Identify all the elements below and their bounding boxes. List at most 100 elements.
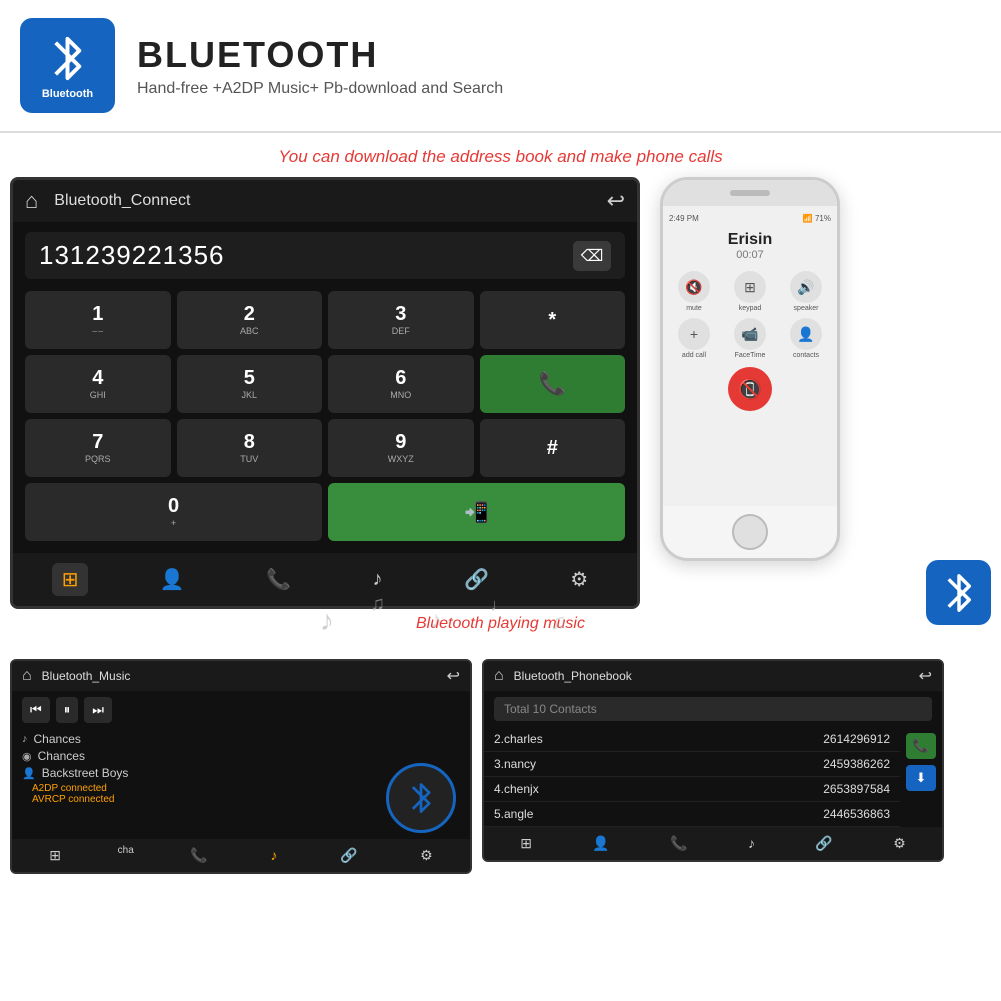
pb-back-icon[interactable]: ↩ <box>919 666 932 686</box>
music-disc <box>386 763 456 833</box>
hu-nav-settings[interactable]: ⚙ <box>560 563 598 596</box>
page-subtitle: Hand-free +A2DP Music+ Pb-download and S… <box>137 80 503 98</box>
pb-name-3: 4.chenjx <box>494 782 539 796</box>
header-text: BLUETOOTH Hand-free +A2DP Music+ Pb-down… <box>137 34 503 98</box>
bluetooth-logo: Bluetooth <box>20 18 115 113</box>
hu-nav-link[interactable]: 🔗 <box>454 563 499 596</box>
hu-nav-music[interactable]: ♪ <box>363 564 393 595</box>
music-note-1: ♪ <box>320 605 334 637</box>
music-nav-music[interactable]: ♪ <box>264 845 283 866</box>
pb-content-wrap: 2.charles 2614296912 3.nancy 2459386262 … <box>484 727 942 827</box>
key-1[interactable]: 1 ⌣⌣ <box>25 291 171 349</box>
music-nav-keypad[interactable]: ⊞ <box>43 845 67 866</box>
hu-home-icon[interactable]: ⌂ <box>25 188 38 214</box>
key-6[interactable]: 6 MNO <box>328 355 474 413</box>
pb-total-label: Total 10 Contacts <box>504 702 597 716</box>
pb-download-button[interactable]: ⬇ <box>906 765 936 791</box>
music-controls: ⏮ ⏸ ⏭ <box>12 691 470 729</box>
hu-nav-phone[interactable]: 📞 <box>256 563 301 596</box>
call-end-row: 📵 <box>669 367 831 411</box>
pb-name-2: 3.nancy <box>494 757 536 771</box>
pb-row-4: 5.angle 2446536863 <box>484 802 900 827</box>
key-8[interactable]: 8 TUV <box>177 419 323 477</box>
hu-screen-title: Bluetooth_Connect <box>54 192 606 210</box>
key-3[interactable]: 3 DEF <box>328 291 474 349</box>
pb-name-4: 5.angle <box>494 807 533 821</box>
key-star[interactable]: * <box>480 291 626 349</box>
call-btn-contacts[interactable]: 👤 contacts <box>781 318 831 359</box>
hu-bottomnav: ⊞ 👤 📞 ♪ 🔗 ⚙ <box>13 553 637 606</box>
music-note-5: ♫ <box>550 609 567 635</box>
logo-label: Bluetooth <box>42 88 93 100</box>
call-btn-add[interactable]: + add call <box>669 318 719 359</box>
pb-nav-person[interactable]: 👤 <box>586 833 615 854</box>
key-call[interactable]: 📞 <box>480 355 626 413</box>
music-bottomnav: ⊞ cha 📞 ♪ 🔗 ⚙ <box>12 839 470 872</box>
hu-back-icon[interactable]: ↩ <box>607 188 625 214</box>
pb-home-icon[interactable]: ⌂ <box>494 667 504 685</box>
pb-num-1: 2614296912 <box>823 732 890 746</box>
call-end-button[interactable]: 📵 <box>728 367 772 411</box>
artist-name: Backstreet Boys <box>42 766 129 780</box>
key-2[interactable]: 2 ABC <box>177 291 323 349</box>
key-0[interactable]: 0 + <box>25 483 322 541</box>
pb-bottomnav: ⊞ 👤 📞 ♪ 🔗 ⚙ <box>484 827 942 860</box>
pb-row-2: 3.nancy 2459386262 <box>484 752 900 777</box>
call-duration: 00:07 <box>669 249 831 261</box>
key-7[interactable]: 7 PQRS <box>25 419 171 477</box>
hu-nav-keypad[interactable]: ⊞ <box>52 563 89 596</box>
music-nav-link[interactable]: 🔗 <box>334 845 363 866</box>
music-back-icon[interactable]: ↩ <box>447 666 460 686</box>
phone-frame: 2:49 PM 📶 71% Erisin 00:07 🔇 mute ⊞ keyp… <box>660 177 840 561</box>
key-hash[interactable]: # <box>480 419 626 477</box>
pb-call-button[interactable]: 📞 <box>906 733 936 759</box>
pause-btn[interactable]: ⏸ <box>56 697 79 723</box>
call-btn-mute[interactable]: 🔇 mute <box>669 271 719 312</box>
pb-search-box: Total 10 Contacts <box>494 697 932 721</box>
pb-num-4: 2446536863 <box>823 807 890 821</box>
music-nav-search-text: cha <box>118 845 134 866</box>
pb-nav-settings[interactable]: ⚙ <box>887 833 912 854</box>
call-btn-facetime[interactable]: 📹 FaceTime <box>725 318 775 359</box>
phone-status-bar: 2:49 PM 📶 71% <box>669 214 831 223</box>
pb-row-3: 4.chenjx 2653897584 <box>484 777 900 802</box>
hu-nav-contacts[interactable]: 👤 <box>150 563 195 596</box>
phone-top <box>663 180 837 206</box>
header-section: Bluetooth BLUETOOTH Hand-free +A2DP Musi… <box>0 0 1001 133</box>
phone-home-button[interactable] <box>732 514 768 550</box>
pb-name-1: 2.charles <box>494 732 543 746</box>
next-btn[interactable]: ⏭ <box>84 697 112 723</box>
head-unit-screen: ⌂ Bluetooth_Connect ↩ 131239221356 ⌫ 1 ⌣… <box>10 177 640 609</box>
pb-nav-phone[interactable]: 📞 <box>664 833 693 854</box>
pb-nav-music[interactable]: ♪ <box>742 833 761 854</box>
pb-nav-link[interactable]: 🔗 <box>809 833 838 854</box>
music-nav-phone[interactable]: 📞 <box>184 845 213 866</box>
hu-backspace-btn[interactable]: ⌫ <box>573 241 611 271</box>
music-nav-settings[interactable]: ⚙ <box>414 845 439 866</box>
phone-screen: 2:49 PM 📶 71% Erisin 00:07 🔇 mute ⊞ keyp… <box>663 206 837 506</box>
music-note-2: ♫ <box>370 593 385 616</box>
pb-screen-title: Bluetooth_Phonebook <box>514 669 919 683</box>
music-player-screen: ⌂ Bluetooth_Music ↩ ⏮ ⏸ ⏭ ♪ Chances ◉ Ch… <box>10 659 472 874</box>
key-4[interactable]: 4 GHI <box>25 355 171 413</box>
track1-row: ♪ Chances <box>22 732 460 746</box>
music-home-icon[interactable]: ⌂ <box>22 667 32 685</box>
pb-num-3: 2653897584 <box>823 782 890 796</box>
pb-nav-keypad[interactable]: ⊞ <box>514 833 538 854</box>
person-icon: 👤 <box>22 767 36 780</box>
call-btn-speaker[interactable]: 🔊 speaker <box>781 271 831 312</box>
page-title: BLUETOOTH <box>137 34 503 76</box>
key-endcall[interactable]: 📲 <box>328 483 625 541</box>
bottom-section: ⌂ Bluetooth_Music ↩ ⏮ ⏸ ⏭ ♪ Chances ◉ Ch… <box>0 651 1001 874</box>
prev-btn[interactable]: ⏮ <box>22 697 50 723</box>
main-section: ⌂ Bluetooth_Connect ↩ 131239221356 ⌫ 1 ⌣… <box>0 177 1001 609</box>
phone-speaker <box>730 190 770 196</box>
circle-icon: ◉ <box>22 750 32 763</box>
promo-text: You can download the address book and ma… <box>0 133 1001 177</box>
track2-row: ◉ Chances <box>22 749 460 763</box>
key-9[interactable]: 9 WXYZ <box>328 419 474 477</box>
music-note-3: ♪ <box>430 607 442 635</box>
track1-name: Chances <box>34 732 81 746</box>
key-5[interactable]: 5 JKL <box>177 355 323 413</box>
call-btn-keypad[interactable]: ⊞ keypad <box>725 271 775 312</box>
